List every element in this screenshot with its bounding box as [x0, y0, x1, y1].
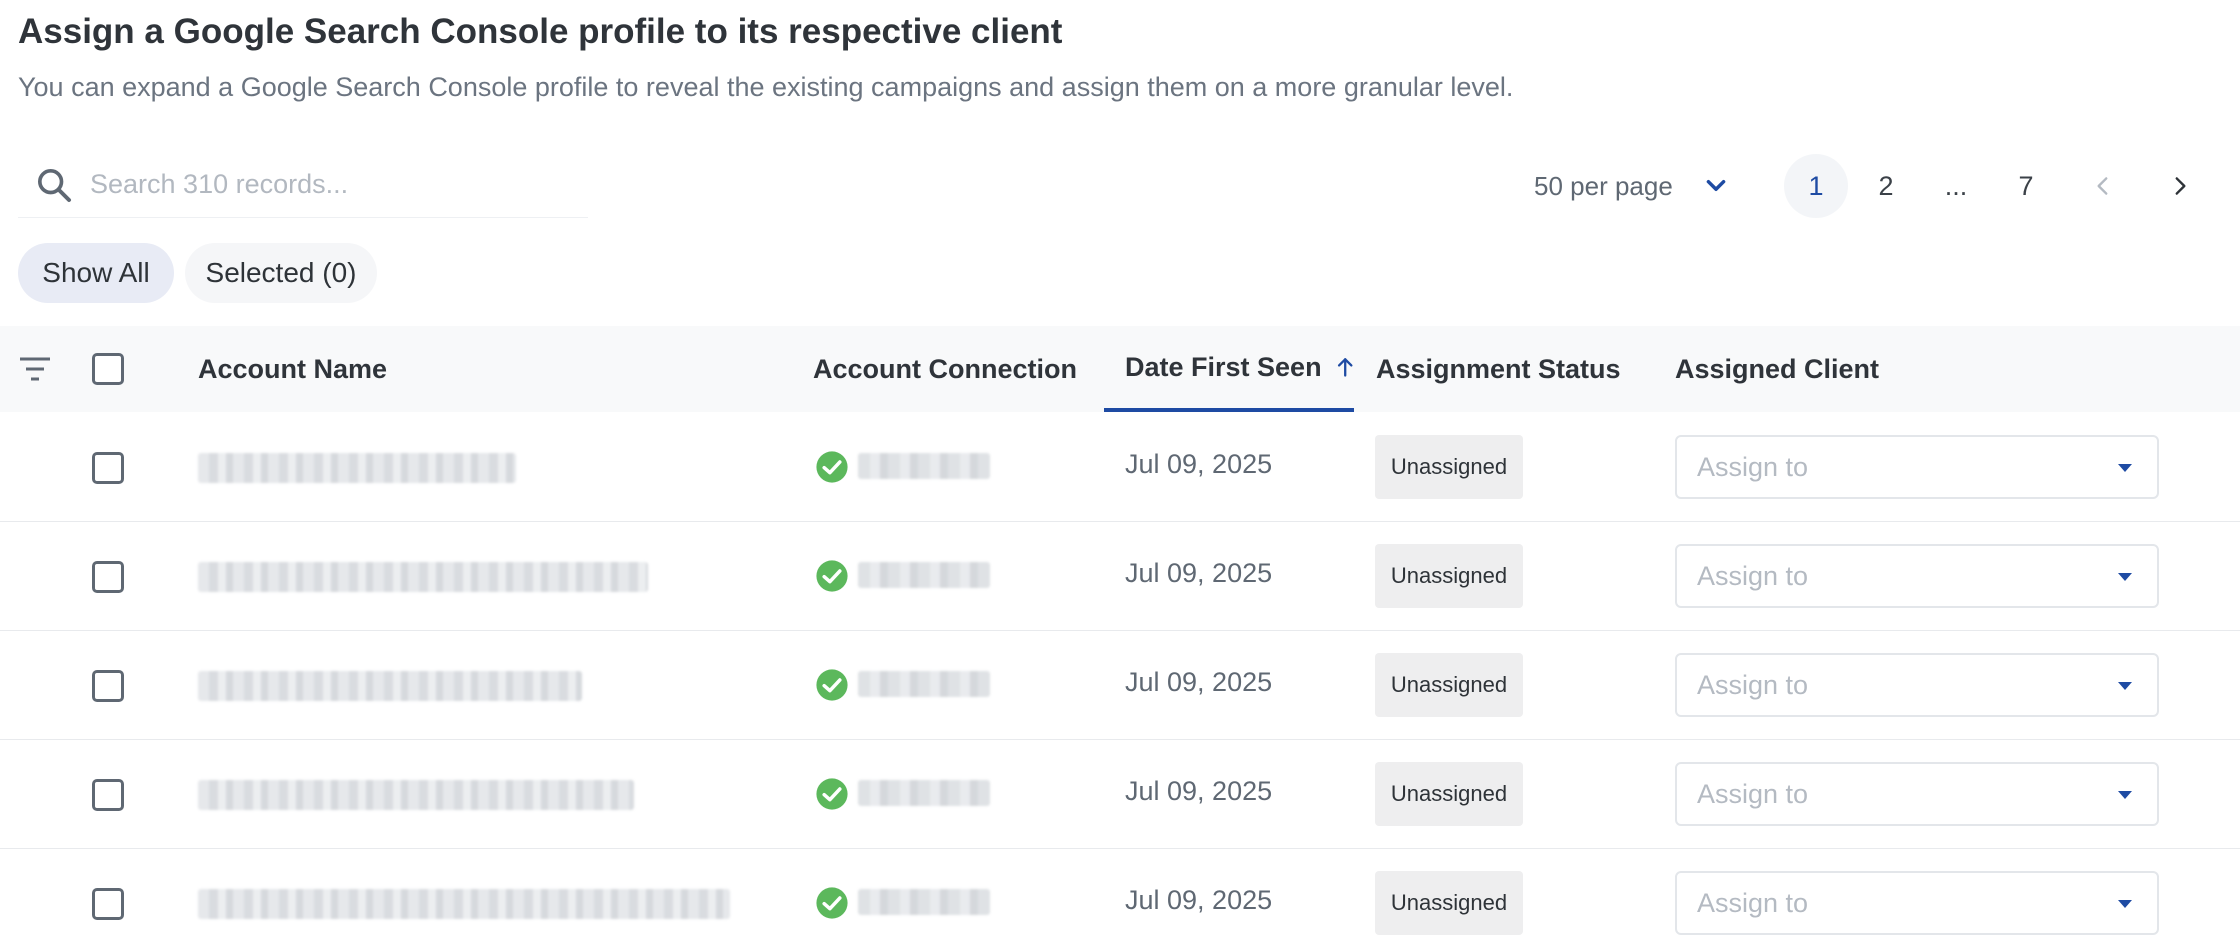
search-icon: [38, 168, 71, 202]
column-date-first-seen-label: Date First Seen: [1125, 351, 1322, 382]
account-connection-redacted: [858, 671, 990, 697]
assign-client-select[interactable]: Assign to: [1675, 544, 2159, 608]
table-header: Account Name Account Connection Date Fir…: [0, 326, 2240, 412]
assign-client-select[interactable]: Assign to: [1675, 871, 2159, 935]
page-1-button[interactable]: 1: [1784, 154, 1848, 218]
account-connection-redacted: [858, 780, 990, 806]
date-first-seen: Jul 09, 2025: [1125, 885, 1273, 915]
select-all-checkbox[interactable]: [92, 353, 124, 385]
account-name-redacted: [198, 889, 730, 919]
status-badge: Unassigned: [1375, 762, 1523, 826]
check-circle-icon: [816, 887, 848, 919]
page-7-button[interactable]: 7: [1994, 154, 2058, 218]
assign-client-placeholder: Assign to: [1697, 778, 1809, 809]
filter-icon[interactable]: [18, 354, 52, 384]
check-circle-icon: [816, 451, 848, 483]
caret-down-icon: [2118, 573, 2132, 581]
assign-client-placeholder: Assign to: [1697, 451, 1809, 482]
page-title: Assign a Google Search Console profile t…: [18, 12, 1063, 51]
page: Assign a Google Search Console profile t…: [0, 0, 2240, 940]
account-name-redacted: [198, 671, 582, 701]
chevron-right-icon: [2175, 177, 2186, 195]
caret-down-icon: [2118, 791, 2132, 799]
account-name-redacted: [198, 453, 516, 483]
prev-page-button[interactable]: [2071, 154, 2135, 218]
assign-client-placeholder: Assign to: [1697, 887, 1809, 918]
show-all-filter[interactable]: Show All: [18, 243, 174, 303]
date-first-seen: Jul 09, 2025: [1125, 776, 1273, 806]
per-page-label: 50 per page: [1534, 170, 1673, 201]
assign-client-placeholder: Assign to: [1697, 669, 1809, 700]
column-account-connection[interactable]: Account Connection: [813, 326, 1077, 412]
caret-down-icon: [2118, 900, 2132, 908]
date-first-seen: Jul 09, 2025: [1125, 449, 1273, 479]
check-circle-icon: [816, 669, 848, 701]
row-checkbox[interactable]: [92, 888, 124, 920]
account-connection-redacted: [858, 889, 990, 915]
status-badge: Unassigned: [1375, 653, 1523, 717]
per-page-select[interactable]: 50 per page: [1534, 160, 1729, 212]
column-date-first-seen[interactable]: Date First Seen: [1104, 326, 1354, 412]
account-connection-redacted: [858, 453, 990, 479]
table-row: Jul 09, 2025 Unassigned Assign to: [0, 413, 2240, 522]
assign-client-select[interactable]: Assign to: [1675, 653, 2159, 717]
chevron-left-icon: [2097, 177, 2108, 195]
table-row: Jul 09, 2025 Unassigned Assign to: [0, 631, 2240, 740]
chevron-down-icon: [1706, 179, 1726, 191]
arrow-up-icon: [1337, 358, 1353, 377]
date-first-seen: Jul 09, 2025: [1125, 558, 1273, 588]
caret-down-icon: [2118, 464, 2132, 472]
table-row: Jul 09, 2025 Unassigned Assign to: [0, 740, 2240, 849]
status-badge: Unassigned: [1375, 544, 1523, 608]
page-ellipsis: ...: [1944, 170, 1968, 201]
assign-client-select[interactable]: Assign to: [1675, 435, 2159, 499]
check-circle-icon: [816, 778, 848, 810]
status-badge: Unassigned: [1375, 871, 1523, 935]
page-subtitle: You can expand a Google Search Console p…: [18, 72, 1514, 102]
row-checkbox[interactable]: [92, 779, 124, 811]
table-row: Jul 09, 2025 Unassigned Assign to: [0, 522, 2240, 631]
column-assignment-status[interactable]: Assignment Status: [1376, 326, 1621, 412]
account-name-redacted: [198, 780, 634, 810]
next-page-button[interactable]: [2148, 154, 2212, 218]
account-name-redacted: [198, 562, 648, 592]
date-first-seen: Jul 09, 2025: [1125, 667, 1273, 697]
page-2-button[interactable]: 2: [1854, 154, 1918, 218]
search-input[interactable]: [90, 169, 570, 200]
row-checkbox[interactable]: [92, 452, 124, 484]
row-checkbox[interactable]: [92, 670, 124, 702]
selected-filter[interactable]: Selected (0): [185, 243, 377, 303]
status-badge: Unassigned: [1375, 435, 1523, 499]
account-connection-redacted: [858, 562, 990, 588]
row-checkbox[interactable]: [92, 561, 124, 593]
column-assigned-client[interactable]: Assigned Client: [1675, 326, 1879, 412]
assign-client-select[interactable]: Assign to: [1675, 762, 2159, 826]
table-row: Jul 09, 2025 Unassigned Assign to: [0, 849, 2240, 940]
column-account-name[interactable]: Account Name: [198, 326, 387, 412]
search-bar: [18, 152, 588, 218]
assign-client-placeholder: Assign to: [1697, 560, 1809, 591]
check-circle-icon: [816, 560, 848, 592]
caret-down-icon: [2118, 682, 2132, 690]
